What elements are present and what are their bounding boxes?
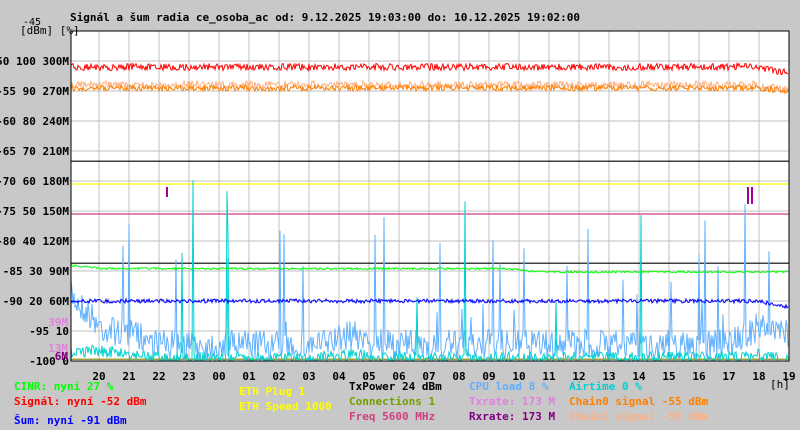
y-tick-label: -60 80 240M: [0, 115, 69, 128]
plot-area: [71, 31, 789, 361]
legend-eth-plug: ETH Plug 1: [239, 385, 306, 398]
legend-connections: Connections 1: [349, 395, 436, 408]
x-tick-label: 01: [242, 370, 256, 383]
x-tick-label: 03: [302, 370, 315, 383]
x-tick-label: 08: [452, 370, 465, 383]
y-tick-label: -70 60 180M: [0, 175, 69, 188]
legend-signal: Signál: nyní -52 dBm: [14, 395, 147, 408]
y-tick-label: -65 70 210M: [0, 145, 69, 158]
x-tick-label: 23: [182, 370, 195, 383]
legend-txpower: TxPower 24 dBm: [349, 380, 442, 393]
legend-eth-speed: ETH Speed 1000: [239, 400, 332, 413]
chart-title: Signál a šum radia ce_osoba_ac od: 9.12.…: [70, 11, 580, 24]
rate-marker-label: 6M: [55, 350, 69, 363]
legend-chain0: Chain0 signal -55 dBm: [569, 395, 709, 408]
legend-cinr: CINR: nyní 27 %: [14, 380, 114, 393]
y-tick-label: -75 50 150M: [0, 205, 69, 218]
rate-marker-label: 39M: [48, 316, 68, 329]
x-tick-label: 17: [722, 370, 735, 383]
legend-txrate: Txrate: 173 M: [469, 395, 556, 408]
legend-noise: Šum: nyní -91 dBm: [14, 414, 127, 427]
x-tick-label: 16: [692, 370, 706, 383]
y-tick-label: -90 20 60M: [3, 295, 70, 308]
x-tick-label: 15: [662, 370, 675, 383]
x-tick-label: 02: [272, 370, 285, 383]
y-tick-label: -50 100 300M: [0, 55, 69, 68]
legend-freq: Freq 5600 MHz: [349, 410, 436, 423]
y-top-label: -45: [23, 17, 42, 28]
x-axis-label: [h]: [770, 378, 790, 391]
x-tick-label: 18: [752, 370, 765, 383]
legend-cpu: CPU load 8 %: [469, 380, 549, 393]
legend-airtime: Airtime 0 %: [569, 380, 642, 393]
chart-container: 20 21 22 23 00 01 02 03 04 05 06 07 08 09 10 11 12 13 14 15…: [0, 0, 800, 430]
chart-svg: 20 21 22 23 00 01 02 03 04 05 06 07 08 09 10 11 12 13 14 15…: [0, 30, 796, 383]
x-tick-label: 04: [332, 370, 346, 383]
x-tick-label: 21: [122, 370, 136, 383]
legend-rxrate: Rxrate: 173 M: [469, 410, 556, 423]
x-tick-label: 00: [212, 370, 225, 383]
y-tick-label: -55 90 270M: [0, 85, 69, 98]
y-tick-label: -85 30 90M: [3, 265, 70, 278]
x-tick-label: 22: [152, 370, 165, 383]
legend-chain1: Chain1 signal -55 dBm: [569, 410, 709, 423]
y-tick-label: -80 40 120M: [0, 235, 69, 248]
